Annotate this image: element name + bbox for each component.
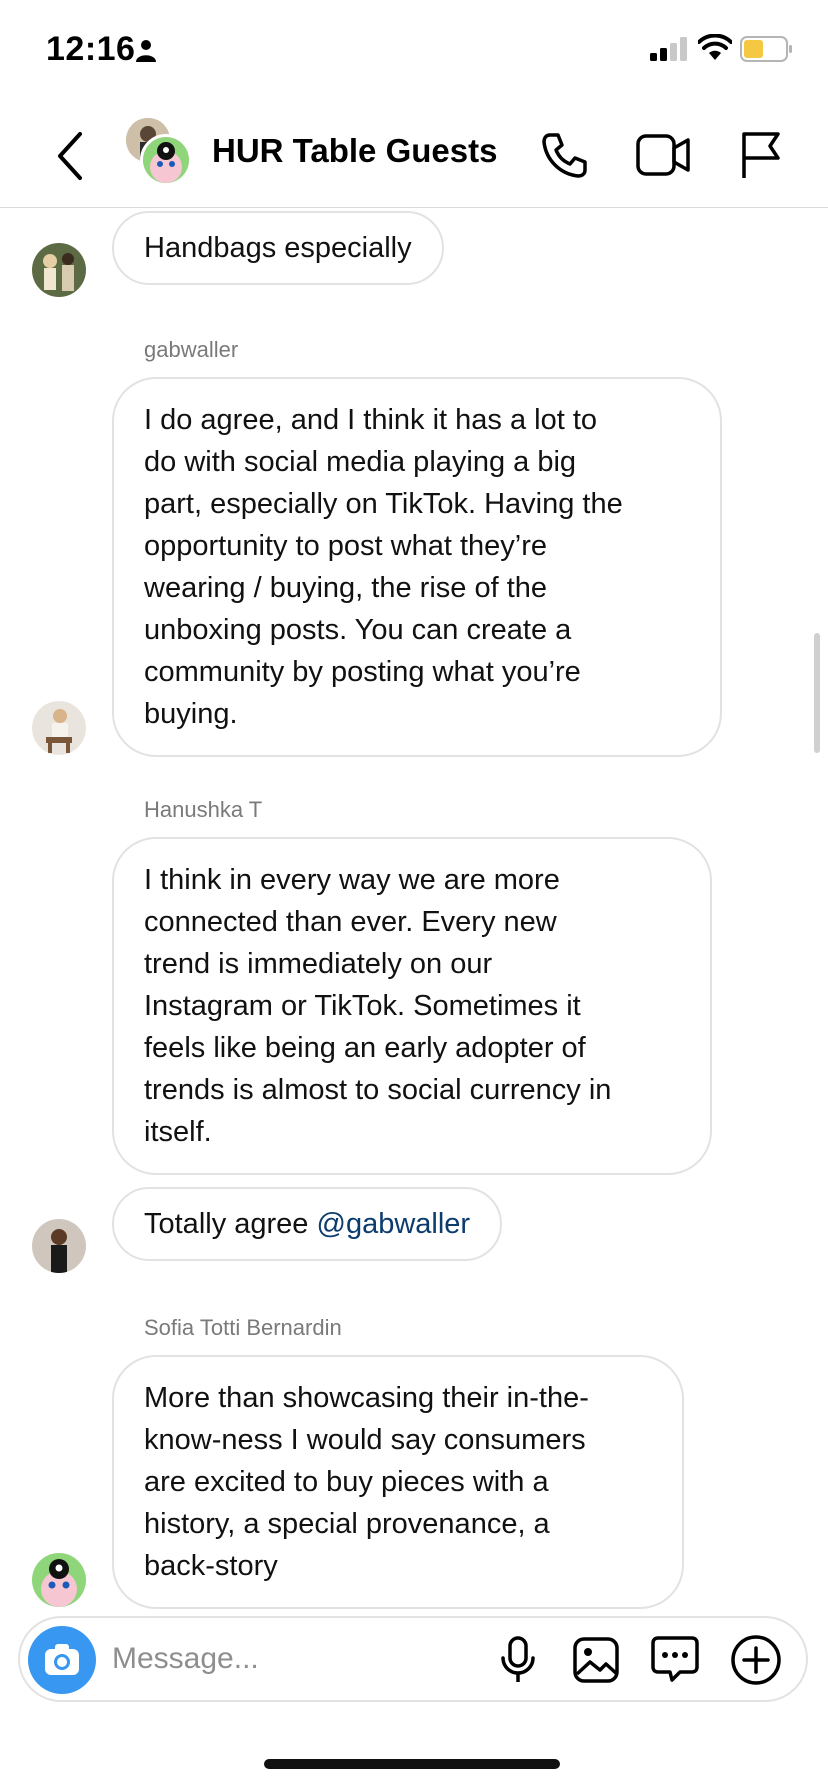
camera-icon (45, 1644, 79, 1675)
message-line: feels like being an early adopter of (144, 1032, 586, 1064)
sender-name: Hanushka T (144, 797, 263, 822)
message-bubble[interactable]: Totally agree @gabwaller (112, 1187, 503, 1261)
message-bubble[interactable]: Handbags especially (112, 211, 444, 285)
chat-title[interactable]: HUR Table Guests (212, 132, 497, 170)
video-call-icon[interactable] (636, 132, 692, 178)
sender-avatar[interactable] (32, 1553, 86, 1607)
message-line: connected than ever. Every new (144, 906, 557, 938)
message-text: Totally agree (144, 1208, 317, 1240)
scrollbar[interactable] (814, 633, 820, 753)
home-indicator[interactable] (264, 1759, 560, 1769)
status-bar: 12:16 (0, 0, 828, 100)
status-time: 12:16 (46, 30, 136, 68)
gallery-icon[interactable] (572, 1636, 620, 1684)
sender-avatar[interactable] (32, 1219, 86, 1273)
message-line: More than showcasing their in-the- (144, 1382, 589, 1414)
message-line: wearing / buying, the rise of the (144, 572, 548, 604)
message-line: I think in every way we are more (144, 864, 560, 896)
message-line: do with social media playing a big (144, 446, 577, 478)
message-line: unboxing posts. You can create a (144, 614, 572, 646)
add-plus-icon[interactable] (730, 1634, 782, 1686)
message-line: part, especially on TikTok. Having the (144, 488, 623, 520)
message-line: buying. (144, 698, 238, 730)
sticker-chat-icon[interactable] (650, 1634, 700, 1684)
message-line: trends is almost to social currency in (144, 1074, 612, 1106)
message-thread[interactable]: Handbags especially gabwaller I do agree… (0, 209, 828, 1611)
phone-call-icon[interactable] (540, 130, 590, 180)
camera-button[interactable] (28, 1626, 96, 1694)
chat-header: HUR Table Guests (0, 108, 828, 208)
message-bubble[interactable]: I think in every way we are more connect… (112, 837, 712, 1175)
message-line: community by posting what you’re (144, 656, 581, 688)
message-line: opportunity to post what they’re (144, 530, 548, 562)
group-avatar[interactable] (126, 118, 192, 188)
report-flag-icon[interactable] (740, 130, 782, 180)
message-line: history, a special provenance, a (144, 1508, 550, 1540)
message-text: Handbags especially (144, 232, 412, 264)
message-line: I do agree, and I think it has a lot to (144, 404, 598, 436)
message-line: trend is immediately on our (144, 948, 493, 980)
message-line: are excited to buy pieces with a (144, 1466, 549, 1498)
member-avatar (140, 134, 192, 186)
message-line: back-story (144, 1550, 278, 1582)
battery-icon (740, 36, 792, 62)
wifi-icon (698, 34, 732, 60)
message-line: itself. (144, 1116, 212, 1148)
sender-name: gabwaller (144, 337, 239, 362)
sender-avatar[interactable] (32, 243, 86, 297)
message-bubble[interactable]: More than showcasing their in-the- know-… (112, 1355, 684, 1609)
microphone-icon[interactable] (498, 1636, 538, 1684)
message-line: Instagram or TikTok. Sometimes it (144, 990, 581, 1022)
message-bubble[interactable]: I do agree, and I think it has a lot to … (112, 377, 722, 757)
sender-avatar[interactable] (32, 701, 86, 755)
mention-link[interactable]: @gabwaller (317, 1208, 471, 1240)
cellular-signal-icon (650, 37, 687, 61)
message-composer (18, 1616, 808, 1702)
message-input[interactable] (112, 1632, 492, 1686)
back-chevron-icon[interactable] (52, 128, 88, 184)
sender-name: Sofia Totti Bernardin (144, 1315, 342, 1340)
person-icon (136, 40, 156, 62)
message-line: know-ness I would say consumers (144, 1424, 586, 1456)
